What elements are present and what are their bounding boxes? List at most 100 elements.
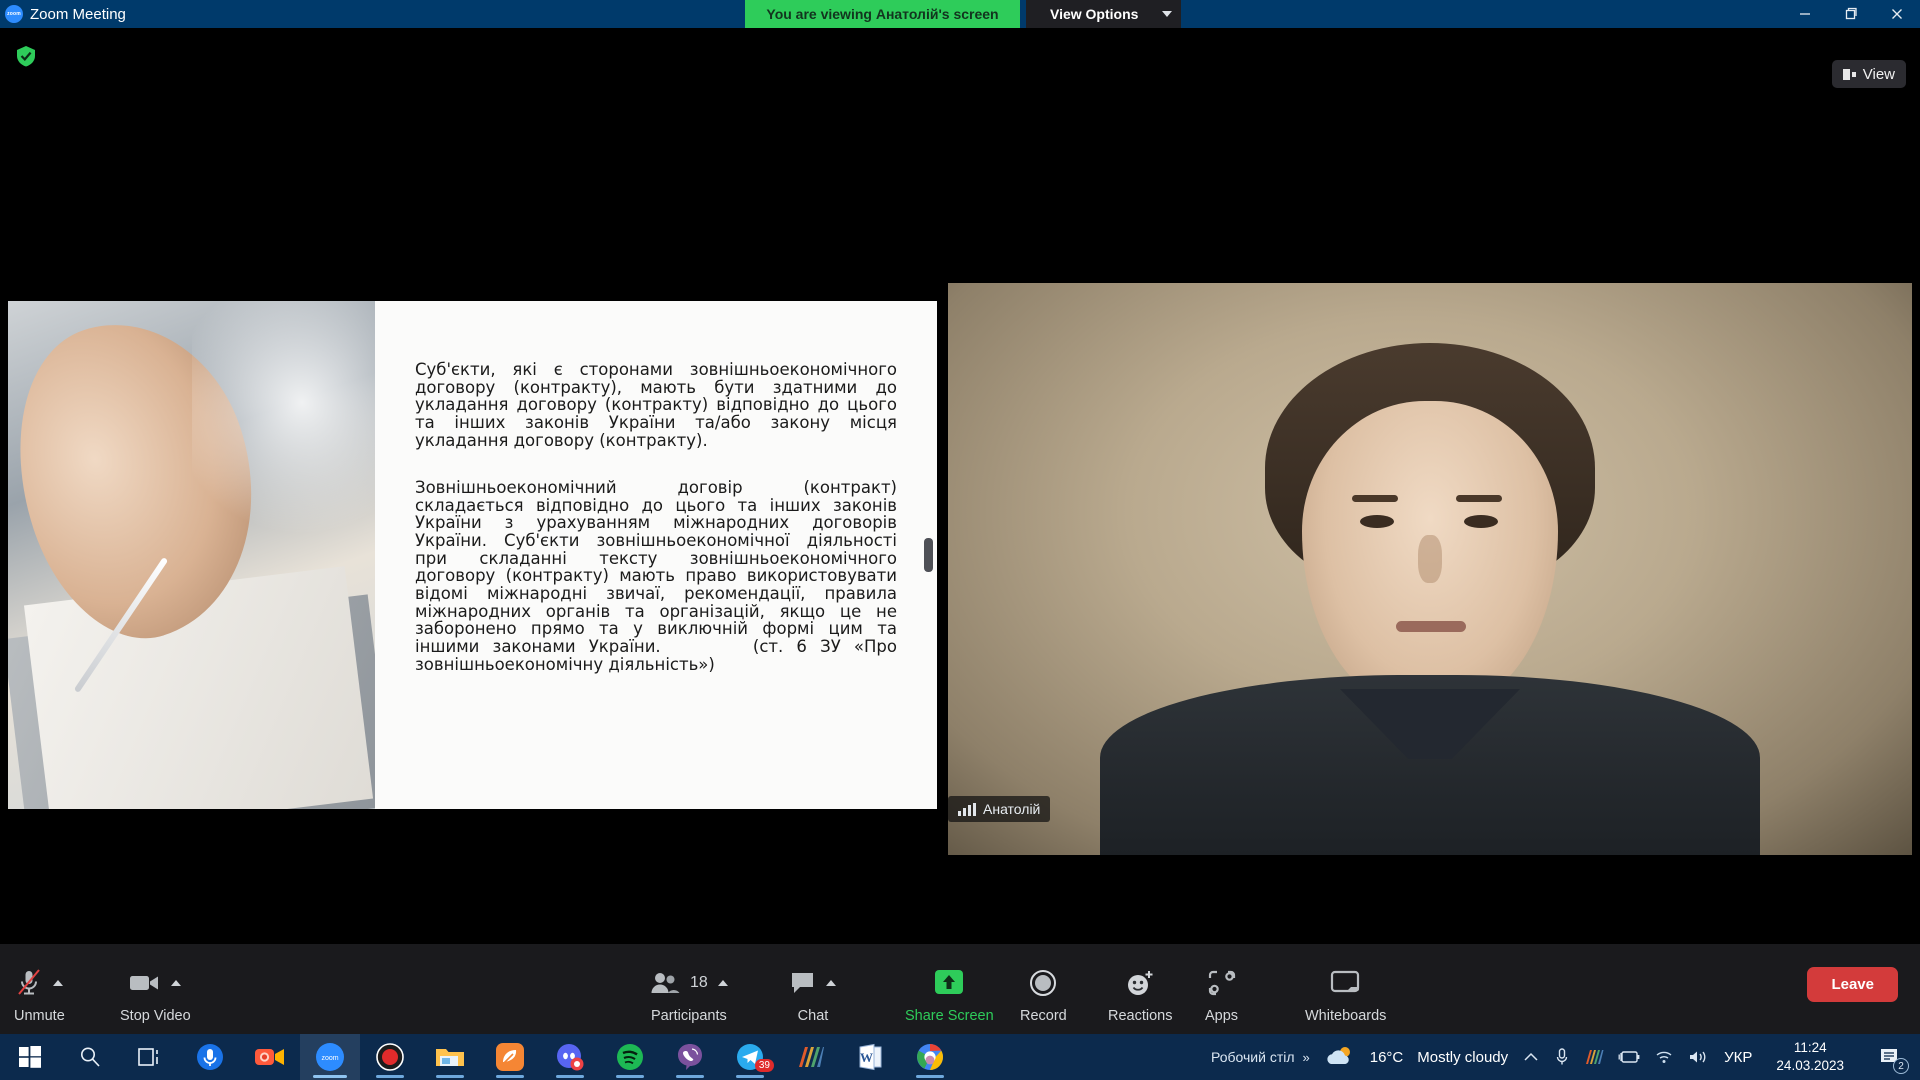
chevron-down-icon [1162,11,1173,17]
weather-description: Mostly cloudy [1417,1048,1509,1066]
share-screen-icon [935,970,964,994]
apps-control-label: Apps [1205,1008,1239,1024]
reactions-control-label: Reactions [1108,1008,1173,1024]
taskbar-app-spotify[interactable] [600,1034,660,1080]
wifi-icon[interactable] [1654,1049,1674,1065]
meeting-stage: View Суб'єкти, які є сторонами зовнішньо… [0,28,1920,1052]
participants-control-label: Participants [651,1008,727,1024]
participants-control[interactable]: 18 Participants [650,966,728,1024]
microphone-app-icon [197,1044,223,1070]
view-layout-label: View [1862,65,1895,83]
leave-meeting-button[interactable]: Leave [1807,967,1898,1002]
record-control[interactable]: Record [1020,966,1067,1024]
taskbar-app-obs-record[interactable] [360,1034,420,1080]
layout-icon [1842,68,1856,80]
desktop-peek-label[interactable]: Робочий стіл » [1211,1049,1326,1065]
encryption-shield-icon[interactable] [14,44,38,68]
chrome-icon [917,1044,943,1070]
smiley-plus-icon [1128,971,1153,995]
telegram-badge: 39 [754,1059,774,1072]
word-icon: W [859,1043,882,1071]
windows-taskbar: zoom 39 W Робочий стіл » 16°C Mostly clo… [0,1034,1920,1080]
participants-caret-icon[interactable] [717,980,728,986]
notification-center-button[interactable]: 2 [1868,1034,1912,1080]
search-button[interactable] [60,1034,120,1080]
maximize-button[interactable] [1828,0,1874,28]
taskbar-app-explorer[interactable] [420,1034,480,1080]
slide-photo [8,301,375,809]
whiteboards-control-label: Whiteboards [1305,1008,1387,1024]
people-icon [651,973,680,993]
audio-control[interactable]: Unmute [14,966,65,1024]
slide-paragraph-2: Зовнішньоекономічний договір (контракт) … [415,478,903,674]
notification-count-badge: 2 [1893,1058,1909,1074]
clock[interactable]: 11:24 24.03.2023 [1766,1039,1854,1075]
orange-leaf-icon [496,1043,524,1071]
partly-cloudy-icon [1327,1047,1350,1065]
microphone-muted-icon [18,969,41,995]
share-screen-control-label: Share Screen [905,1008,994,1024]
task-view-button[interactable] [120,1034,180,1080]
video-control[interactable]: Stop Video [120,966,191,1024]
share-screen-control[interactable]: Share Screen [905,966,994,1024]
system-tray: 16°C Mostly cloudy УКР 11:24 24.03.2023 … [1326,1034,1920,1080]
svg-text:zoom: zoom [321,1055,338,1062]
slide-paragraph-1: Суб'єкти, які є сторонами зовнішньоеконо… [415,360,903,450]
minimize-icon [1800,13,1810,15]
zoom-app-icon: zoom [316,1043,344,1071]
whiteboard-icon [1330,970,1359,993]
chevron-up-icon[interactable] [1522,1050,1540,1064]
color-stripes-tray-icon[interactable] [1584,1048,1604,1066]
taskbar-app-voice-recorder[interactable] [180,1034,240,1080]
minimize-button[interactable] [1782,0,1828,28]
camera-icon [130,976,159,990]
audio-control-label: Unmute [14,1008,65,1024]
microphone-tray-icon[interactable] [1554,1047,1570,1067]
taskbar-app-telegram[interactable]: 39 [720,1034,780,1080]
apps-icon [1208,970,1235,996]
presentation-slide: Суб'єкти, які є сторонами зовнішньоеконо… [8,301,937,809]
whiteboards-control[interactable]: Whiteboards [1305,966,1386,1024]
taskbar-app-stripes[interactable] [780,1034,840,1080]
start-button[interactable] [0,1034,60,1080]
desktop-label-text: Робочий стіл [1210,1049,1295,1065]
taskbar-app-viber[interactable] [660,1034,720,1080]
windows-start-icon [19,1046,41,1068]
taskbar-app-orange[interactable] [480,1034,540,1080]
spotify-icon [617,1044,643,1070]
viewing-screen-banner: You are viewing Анатолій's screen [745,0,1020,28]
clock-date: 24.03.2023 [1776,1058,1844,1073]
drag-handle-icon[interactable] [924,538,933,572]
close-button[interactable] [1874,0,1920,28]
chat-control-label: Chat [797,1008,829,1024]
record-control-label: Record [1020,1008,1067,1024]
view-layout-button[interactable]: View [1831,60,1906,88]
close-icon [1892,9,1902,19]
shared-screen-region[interactable]: Суб'єкти, які є сторонами зовнішньоеконо… [8,255,937,855]
reactions-control[interactable]: Reactions [1108,966,1172,1024]
language-indicator[interactable]: УКР [1724,1049,1752,1066]
maximize-icon [1845,7,1857,20]
weather-temperature: 16°C [1369,1048,1404,1066]
apps-control[interactable]: Apps [1205,966,1238,1024]
battery-charging-icon[interactable] [1618,1049,1640,1065]
taskbar-app-chrome[interactable] [900,1034,960,1080]
chat-control[interactable]: Chat [790,966,836,1024]
camera-record-icon [255,1049,284,1065]
speaker-name-label: Анатолій [983,801,1041,817]
speaker-video-tile[interactable] [948,283,1912,855]
view-options-button[interactable]: View Options [1026,0,1181,28]
audio-options-caret-icon[interactable] [53,980,64,986]
chat-caret-icon[interactable] [826,980,836,986]
volume-icon[interactable] [1688,1049,1710,1065]
chevron-double-right-icon[interactable]: » [1303,1050,1310,1065]
taskbar-app-word[interactable]: W [840,1034,900,1080]
taskbar-app-zoom[interactable]: zoom [300,1034,360,1080]
discord-icon [557,1044,584,1071]
taskbar-app-discord[interactable] [540,1034,600,1080]
view-options-label: View Options [1050,6,1139,22]
video-options-caret-icon[interactable] [171,980,182,986]
taskbar-app-screen-recorder[interactable] [240,1034,300,1080]
zoom-controls-toolbar: Unmute Stop Video 18 Participants Chat S… [0,944,1920,1034]
window-title-bar: zoom Zoom Meeting You are viewing Анатол… [0,0,1920,28]
